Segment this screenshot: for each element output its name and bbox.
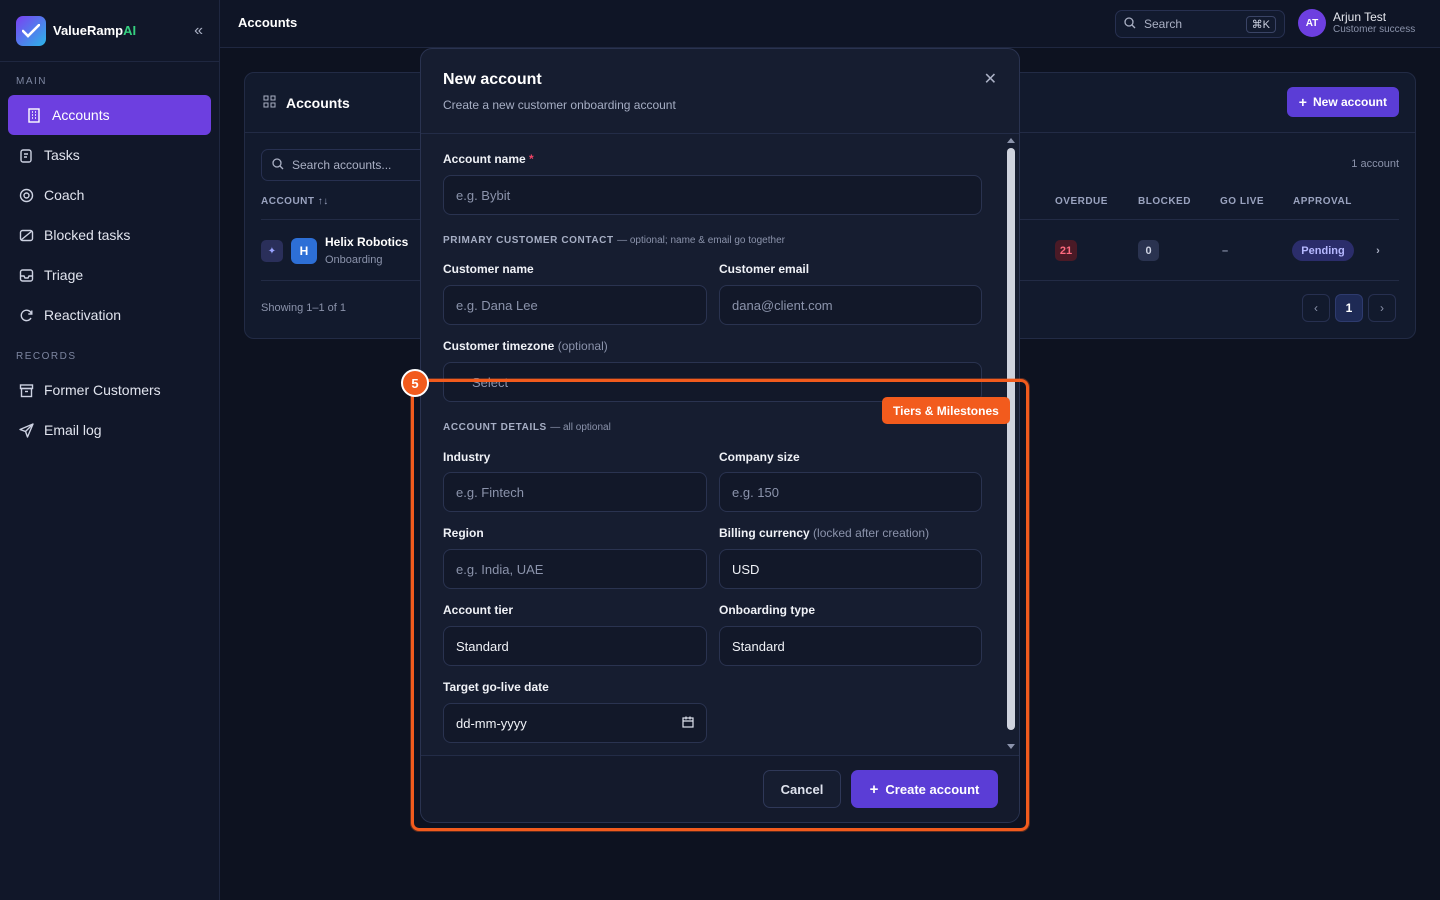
- customer-email-label: Customer email: [719, 262, 810, 276]
- account-count: 1 account: [1351, 158, 1399, 170]
- account-stage: Onboarding: [325, 254, 383, 266]
- overdue-badge: 21: [1055, 240, 1077, 261]
- account-avatar: H: [291, 238, 317, 264]
- sidebar-item-blocked-tasks[interactable]: Blocked tasks: [8, 215, 211, 255]
- account-name[interactable]: Helix Robotics: [325, 235, 408, 249]
- sidebar: ValueRampAI « MAIN Accounts Tasks Coach …: [0, 0, 220, 900]
- inbox-icon: [18, 267, 34, 283]
- column-header-blocked: BLOCKED: [1138, 196, 1191, 207]
- blocked-badge: 0: [1138, 240, 1159, 261]
- customer-name-label: Customer name: [443, 262, 534, 276]
- plus-icon: +: [1298, 94, 1307, 110]
- modal-title: New account: [443, 71, 542, 88]
- archive-icon: [18, 382, 34, 398]
- blocked-icon: [18, 227, 34, 243]
- sidebar-item-label: Reactivation: [44, 307, 122, 323]
- column-header-approval: APPROVAL: [1293, 196, 1352, 207]
- column-header-go-live: GO LIVE: [1220, 196, 1265, 207]
- sidebar-item-tasks[interactable]: Tasks: [8, 135, 211, 175]
- go-live-value: –: [1221, 244, 1229, 257]
- account-name-label: Account name *: [443, 152, 534, 166]
- brand-name: ValueRampAI: [53, 23, 137, 38]
- column-header-overdue: OVERDUE: [1055, 196, 1108, 207]
- sidebar-item-former-customers[interactable]: Former Customers: [8, 370, 211, 410]
- prev-page-button[interactable]: ‹: [1302, 294, 1330, 322]
- refresh-icon: [18, 307, 34, 323]
- grid-icon: [263, 95, 276, 111]
- modal-subtitle: Create a new customer onboarding account: [443, 98, 676, 112]
- sidebar-item-label: Former Customers: [44, 382, 161, 398]
- sparkle-icon: ✦: [261, 240, 283, 262]
- sidebar-item-label: Accounts: [52, 107, 110, 123]
- sidebar-item-triage[interactable]: Triage: [8, 255, 211, 295]
- sidebar-item-coach[interactable]: Coach: [8, 175, 211, 215]
- global-search[interactable]: Search ⌘K: [1115, 10, 1285, 38]
- building-icon: [26, 107, 42, 123]
- step-marker: 5: [401, 369, 429, 397]
- customer-name-input[interactable]: e.g. Dana Lee: [443, 285, 707, 325]
- pagination-summary: Showing 1–1 of 1: [261, 302, 347, 314]
- accounts-card-title: Accounts: [263, 95, 350, 111]
- topbar: Accounts Search ⌘K AT Arjun Test Custome…: [220, 0, 1440, 48]
- send-icon: [18, 422, 34, 438]
- search-label: Search: [1144, 17, 1183, 31]
- contact-section-label: PRIMARY CUSTOMER CONTACT — optional; nam…: [443, 235, 785, 246]
- highlight-frame: [411, 379, 1029, 831]
- sidebar-item-label: Triage: [44, 267, 84, 283]
- close-icon[interactable]: ✕: [984, 69, 997, 89]
- approval-status-badge: Pending: [1292, 240, 1354, 261]
- user-menu[interactable]: AT Arjun Test Customer success: [1298, 9, 1415, 37]
- search-icon: [1124, 16, 1136, 32]
- next-page-button[interactable]: ›: [1368, 294, 1396, 322]
- account-name-input[interactable]: e.g. Bybit: [443, 175, 982, 215]
- sidebar-item-label: Coach: [44, 187, 85, 203]
- column-header-account[interactable]: ACCOUNT ↑↓: [261, 196, 329, 207]
- user-role: Customer success: [1333, 24, 1416, 35]
- collapse-sidebar-icon[interactable]: «: [194, 22, 203, 40]
- divider: [421, 133, 1019, 134]
- sidebar-item-label: Blocked tasks: [44, 227, 131, 243]
- target-icon: [18, 187, 34, 203]
- main-section-label: MAIN: [16, 76, 47, 87]
- highlight-tag: Tiers & Milestones: [882, 397, 1010, 424]
- new-account-button[interactable]: + New account: [1286, 87, 1399, 117]
- page-button[interactable]: 1: [1335, 294, 1363, 322]
- search-shortcut: ⌘K: [1245, 15, 1276, 33]
- search-icon: [272, 157, 284, 173]
- sidebar-item-email-log[interactable]: Email log: [8, 410, 211, 450]
- search-accounts-input[interactable]: Search accounts...: [261, 149, 441, 181]
- sidebar-item-label: Email log: [44, 422, 102, 438]
- sidebar-item-label: Tasks: [44, 147, 80, 163]
- user-name: Arjun Test: [1333, 10, 1387, 24]
- sidebar-item-accounts[interactable]: Accounts: [8, 95, 211, 135]
- customer-email-input[interactable]: dana@client.com: [719, 285, 982, 325]
- page-title: Accounts: [238, 15, 298, 30]
- records-section-label: RECORDS: [16, 351, 77, 362]
- chevron-right-icon[interactable]: ›: [1373, 240, 1383, 261]
- logo-icon: [16, 15, 46, 46]
- customer-timezone-label: Customer timezone (optional): [443, 339, 608, 353]
- avatar: AT: [1298, 9, 1326, 37]
- sidebar-item-reactivation[interactable]: Reactivation: [8, 295, 211, 335]
- brand: ValueRampAI «: [0, 0, 219, 62]
- clipboard-icon: [18, 147, 34, 163]
